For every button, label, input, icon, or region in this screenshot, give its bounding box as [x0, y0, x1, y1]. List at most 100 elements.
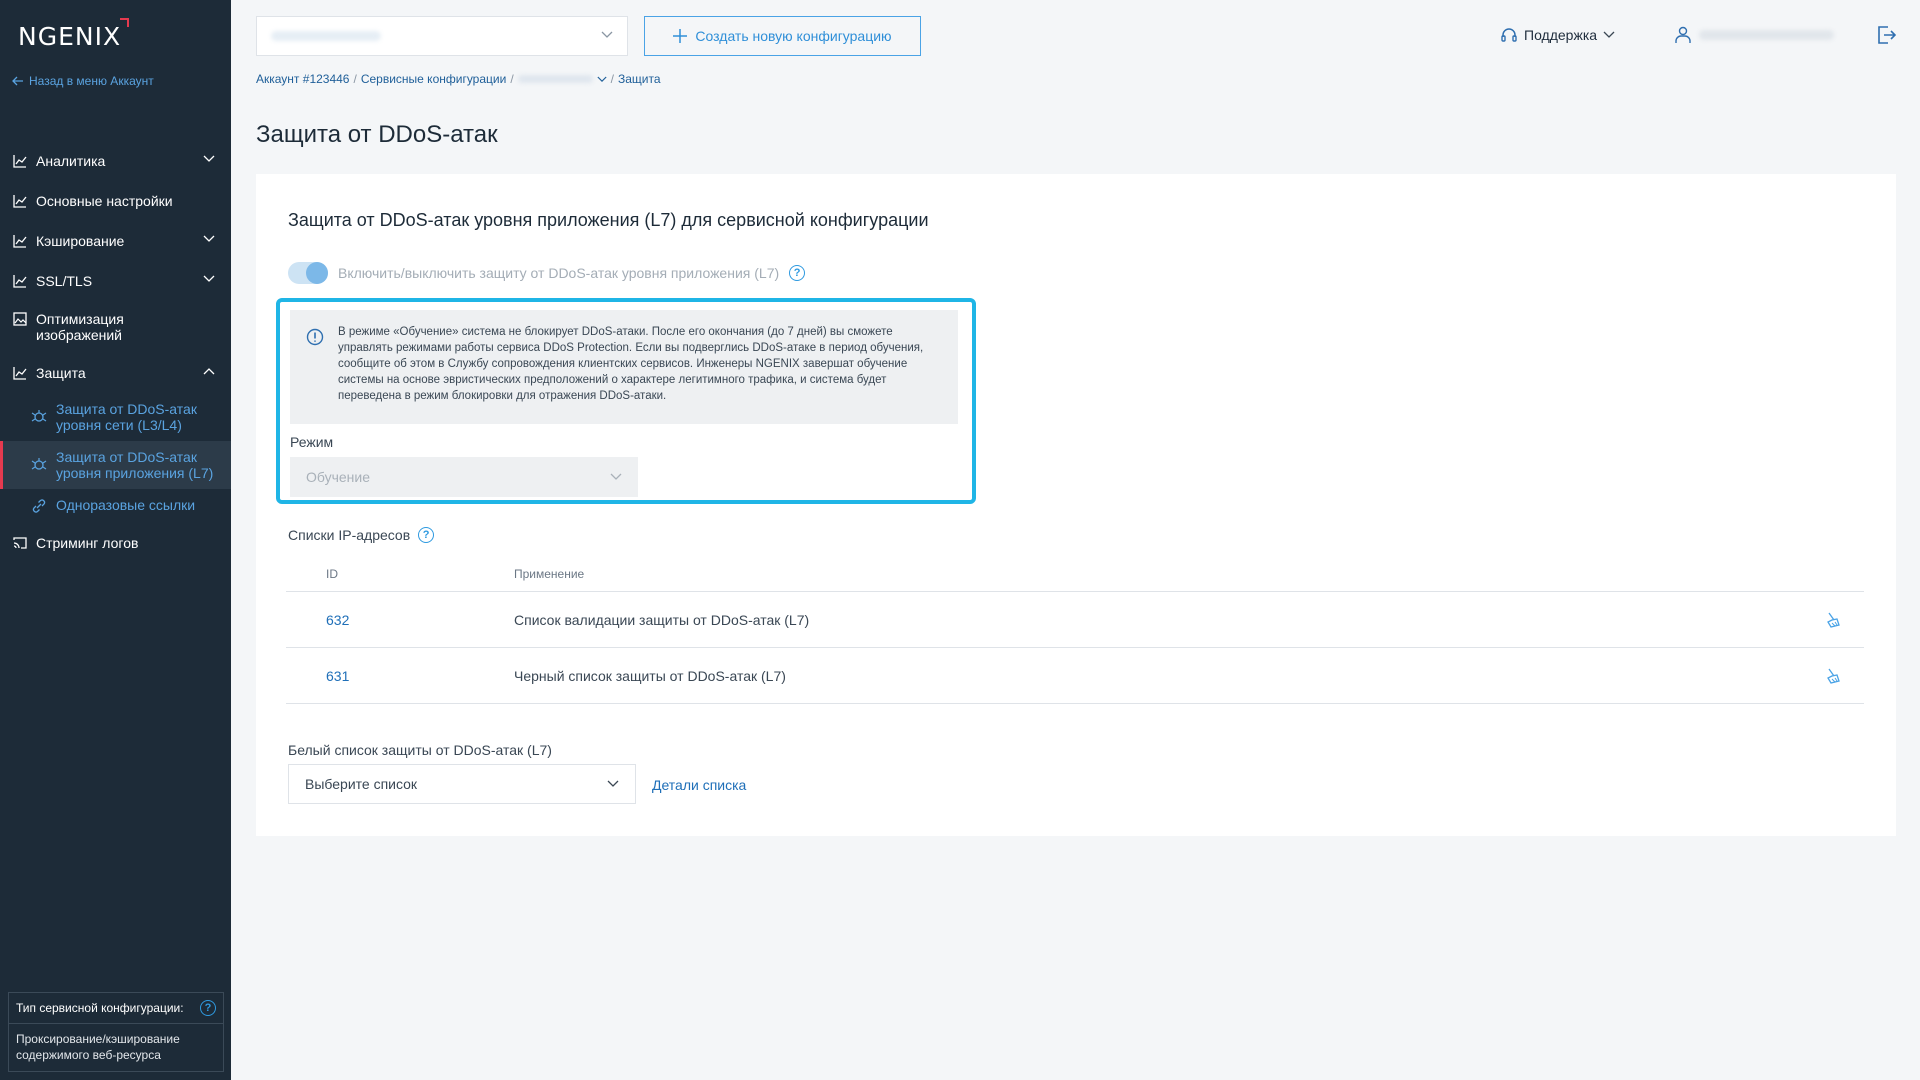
mode-label: Режим: [290, 434, 334, 450]
sidebar-subitem-one-time-links[interactable]: Одноразовые ссылки: [0, 489, 231, 523]
chevron-down-icon: [610, 473, 622, 480]
chevron-down-icon: [607, 780, 619, 787]
toggle-label: Включить/выключить защиту от DDoS-атак у…: [338, 265, 780, 281]
config-type-box: Тип сервисной конфигурации: ? Проксирова…: [8, 992, 224, 1072]
ip-lists-label-row: Списки IP-адресов ?: [288, 527, 435, 543]
create-config-button[interactable]: Создать новую конфигурацию: [644, 16, 921, 56]
sidebar-nav: Аналитика Основные настройки Кэширование…: [0, 141, 231, 563]
config-type-value: Проксирование/кэширование содержимого ве…: [16, 1032, 180, 1062]
breadcrumb-configs[interactable]: Сервисные конфигурации: [361, 72, 506, 86]
sidebar-item-log-streaming[interactable]: Стриминг логов: [0, 523, 231, 563]
chevron-down-icon: [203, 155, 215, 162]
mode-select[interactable]: Обучение: [290, 457, 638, 497]
whitelist-select[interactable]: Выберите список: [288, 764, 636, 804]
domain-value-blurred: [271, 31, 381, 41]
column-header-application: Применение: [514, 566, 585, 581]
sidebar-item-label: Основные настройки: [36, 193, 173, 209]
sidebar-subitem-ddos-l7[interactable]: Защита от DDoS-атак уровня приложения (L…: [0, 441, 231, 489]
protection-toggle[interactable]: [288, 262, 328, 284]
chart-icon: [12, 193, 28, 209]
shield-bug-icon: [31, 410, 47, 422]
chevron-down-icon: [203, 235, 215, 242]
sidebar-subitem-label: Защита от DDoS-атак уровня приложения (L…: [56, 449, 214, 481]
row-application: Черный список защиты от DDoS-атак (L7): [514, 667, 786, 684]
breadcrumb-current: Защита: [618, 72, 661, 86]
whitelist-label: Белый список защиты от DDoS-атак (L7): [288, 742, 552, 758]
link-icon: [32, 499, 46, 513]
mode-value: Обучение: [306, 469, 371, 485]
breadcrumb: Аккаунт #123446 / Сервисные конфигурации…: [256, 72, 661, 86]
domain-select[interactable]: [256, 16, 628, 56]
config-type-header: Тип сервисной конфигурации: ?: [9, 993, 223, 1024]
plus-icon: [673, 29, 688, 43]
support-menu[interactable]: Поддержка: [1500, 26, 1615, 44]
whitelist-placeholder: Выберите список: [305, 776, 418, 792]
shield-bug-icon: [31, 458, 47, 470]
sidebar-subitem-label: Одноразовые ссылки: [56, 497, 196, 513]
chevron-down-icon: [1603, 31, 1615, 38]
sidebar-item-label: SSL/TLS: [36, 273, 93, 289]
ip-lists-table: ID Применение 632 Список валидации защит…: [286, 556, 1864, 704]
chart-icon: [12, 233, 28, 249]
sidebar: NGENIX Назад в меню Аккаунт Аналитика Ос…: [0, 0, 231, 1080]
chart-icon: [12, 365, 28, 381]
chevron-down-icon[interactable]: [597, 76, 607, 83]
ddos-l7-card: Защита от DDoS-атак уровня приложения (L…: [256, 174, 1896, 836]
config-type-label: Тип сервисной конфигурации:: [16, 1001, 184, 1015]
sidebar-item-protection[interactable]: Защита: [0, 353, 231, 393]
headset-icon: [1501, 28, 1517, 42]
sidebar-item-ssl-tls[interactable]: SSL/TLS: [0, 261, 231, 301]
user-icon: [1675, 26, 1691, 43]
chevron-up-icon: [203, 368, 215, 375]
sidebar-item-label: Защита: [36, 365, 86, 381]
clear-list-icon[interactable]: [1825, 611, 1843, 629]
learning-mode-highlight: В режиме «Обучение» система не блокирует…: [276, 298, 976, 504]
help-icon[interactable]: ?: [789, 265, 806, 281]
user-name-blurred: [1699, 30, 1834, 40]
sidebar-item-label: Стриминг логов: [36, 535, 139, 551]
ngenix-logo[interactable]: NGENIX: [18, 18, 130, 51]
row-id-link[interactable]: 631: [286, 668, 514, 684]
info-notice: В режиме «Обучение» система не блокирует…: [290, 310, 958, 424]
card-title: Защита от DDoS-атак уровня приложения (L…: [288, 210, 929, 230]
logout-icon[interactable]: [1876, 25, 1897, 50]
chevron-down-icon: [203, 275, 215, 282]
arrow-left-icon: [12, 76, 23, 86]
sidebar-item-label: Оптимизация изображений: [36, 311, 124, 343]
info-icon: [306, 328, 324, 346]
logo-text: NGENIX: [18, 22, 122, 51]
chart-icon: [12, 153, 28, 169]
breadcrumb-config-blurred[interactable]: [517, 75, 593, 83]
list-details-link[interactable]: Детали списка: [652, 777, 746, 793]
column-header-id: ID: [326, 566, 338, 581]
sidebar-item-analytics[interactable]: Аналитика: [0, 141, 231, 181]
cast-icon: [12, 535, 28, 551]
back-to-account-link[interactable]: Назад в меню Аккаунт: [12, 74, 154, 88]
back-link-label: Назад в меню Аккаунт: [29, 74, 154, 88]
sidebar-item-label: Кэширование: [36, 233, 125, 249]
logo-mark-icon: [120, 18, 130, 27]
user-menu[interactable]: [1675, 26, 1834, 44]
row-id-link[interactable]: 632: [286, 612, 514, 628]
chart-icon: [12, 273, 28, 289]
sidebar-subitem-ddos-l3-l4[interactable]: Защита от DDoS-атак уровня сети (L3/L4): [0, 393, 231, 441]
breadcrumb-separator: /: [610, 72, 614, 86]
sidebar-item-main-settings[interactable]: Основные настройки: [0, 181, 231, 221]
create-config-label: Создать новую конфигурацию: [695, 28, 892, 44]
clear-list-icon[interactable]: [1825, 667, 1843, 685]
row-application: Список валидации защиты от DDoS-атак (L7…: [514, 611, 810, 628]
sidebar-subitem-label: Защита от DDoS-атак уровня сети (L3/L4): [56, 401, 197, 433]
chevron-down-icon: [601, 31, 613, 38]
support-label: Поддержка: [1524, 27, 1598, 43]
info-text: В режиме «Обучение» система не блокирует…: [338, 326, 924, 402]
toggle-knob: [306, 262, 328, 284]
sidebar-item-image-optimization[interactable]: Оптимизация изображений: [0, 301, 231, 353]
table-header: ID Применение: [286, 556, 1864, 592]
breadcrumb-separator: /: [510, 72, 514, 86]
help-icon[interactable]: ?: [200, 1000, 216, 1016]
protection-toggle-row: Включить/выключить защиту от DDoS-атак у…: [288, 262, 806, 284]
image-icon: [12, 311, 28, 327]
help-icon[interactable]: ?: [418, 527, 435, 543]
sidebar-item-caching[interactable]: Кэширование: [0, 221, 231, 261]
breadcrumb-account[interactable]: Аккаунт #123446: [256, 72, 349, 86]
